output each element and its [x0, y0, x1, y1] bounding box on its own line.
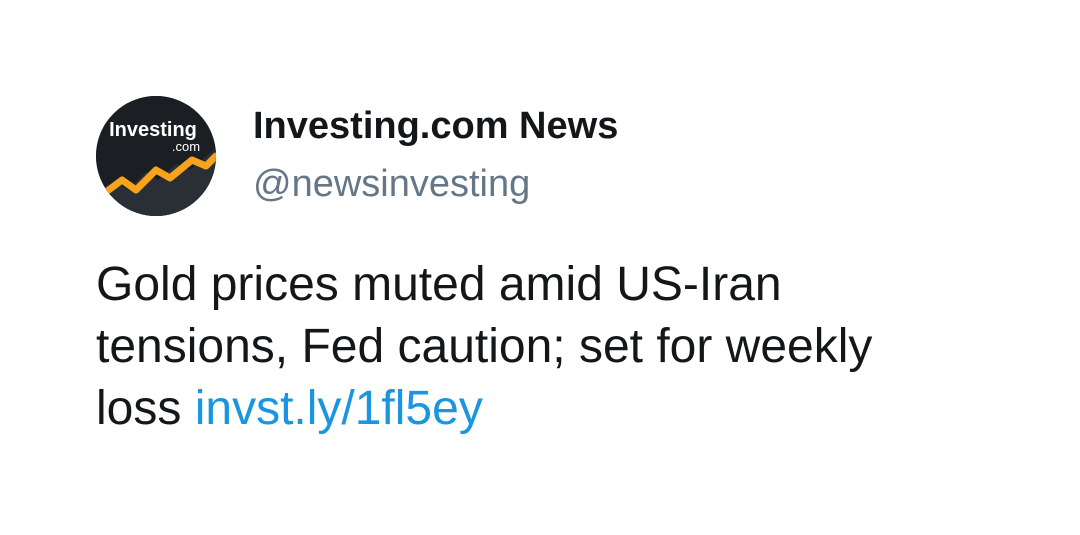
- tweet-text-line-1: Gold prices muted amid US-Iran: [96, 258, 782, 311]
- investing-logo-icon: Investing .com: [96, 96, 216, 216]
- logo-text: Investing: [109, 119, 197, 141]
- author-display-name[interactable]: Investing.com News: [253, 103, 618, 149]
- tweet-text-line-3: loss: [96, 382, 182, 435]
- tweet-card: Investing .com Investing.com News @newsi…: [0, 0, 1080, 535]
- tweet-text: Gold prices muted amid US-Iran tensions, …: [96, 254, 996, 440]
- avatar[interactable]: Investing .com: [96, 96, 216, 216]
- logo-subtext: .com: [172, 139, 200, 154]
- tweet-text-line-2: tensions, Fed caution; set for weekly: [96, 320, 873, 373]
- tweet-link[interactable]: invst.ly/1fl5ey: [195, 382, 483, 435]
- author-handle[interactable]: @newsinvesting: [253, 161, 530, 207]
